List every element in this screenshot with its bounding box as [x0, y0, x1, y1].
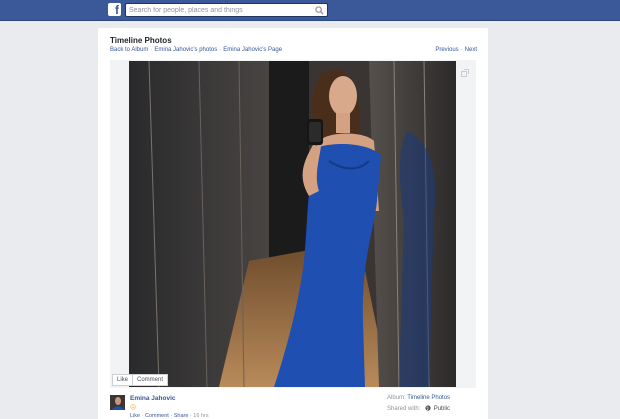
nav-separator: · [460, 47, 463, 53]
globe-icon [425, 405, 431, 411]
main-photo[interactable] [129, 61, 456, 387]
album-label: Album: [387, 395, 406, 401]
share-link[interactable]: Share [174, 413, 189, 419]
comment-link[interactable]: Comment [145, 413, 169, 419]
next-link[interactable]: Next [465, 47, 477, 53]
post-actions: Like · Comment · Share · 16 hrs [130, 413, 209, 419]
like-link[interactable]: Like [130, 413, 140, 419]
post-timestamp[interactable]: 16 hrs [193, 413, 208, 419]
album-link[interactable]: Timeline Photos [407, 395, 450, 401]
comment-button[interactable]: Comment [132, 375, 167, 385]
photo-navigation: Previous · Next [435, 47, 477, 53]
audience-label[interactable]: Public [434, 406, 450, 412]
top-bar: f [0, 0, 620, 21]
album-info: Album: Timeline Photos [387, 395, 450, 401]
shared-with-label: Shared with: [387, 406, 421, 412]
user-photos-link[interactable]: Emina Jahovic's photos [154, 47, 217, 53]
avatar[interactable] [110, 395, 125, 410]
back-to-album-link[interactable]: Back to Album [110, 47, 148, 53]
breadcrumb-separator: · [150, 47, 153, 53]
search-input[interactable] [126, 4, 311, 16]
user-page-link[interactable]: Emina Jahovic's Page [223, 47, 282, 53]
post-emoji: ☹ [130, 405, 137, 411]
expand-icon[interactable] [461, 69, 469, 77]
breadcrumb-separator: · [219, 47, 222, 53]
photo-action-bar: Like Comment [112, 374, 169, 386]
search-icon[interactable] [315, 6, 324, 15]
privacy-info: Shared with: Public [387, 405, 450, 412]
like-button[interactable]: Like [113, 375, 132, 385]
breadcrumb: Back to Album · Emina Jahovic's photos · Emi… [110, 47, 282, 53]
post-author[interactable]: Emina Jahovic [130, 395, 176, 402]
search-box[interactable] [125, 3, 328, 17]
facebook-logo[interactable]: f [108, 3, 121, 16]
page-title: Timeline Photos [110, 36, 172, 45]
previous-link[interactable]: Previous [435, 47, 458, 53]
